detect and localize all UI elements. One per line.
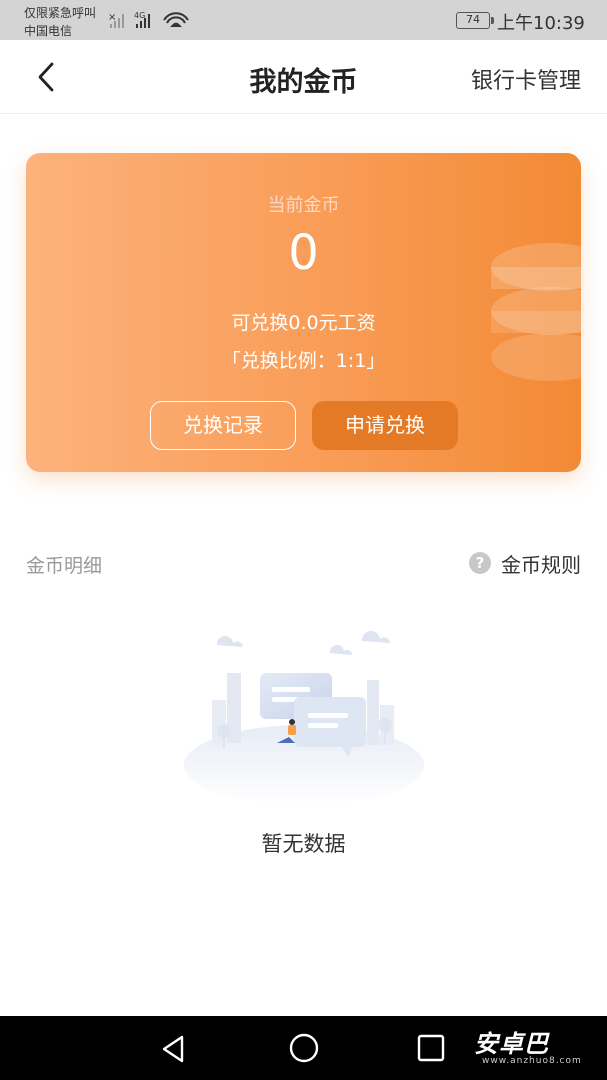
- nav-recent-apps-icon[interactable]: [417, 1034, 445, 1062]
- coin-rules-link[interactable]: ? 金币规则: [469, 549, 581, 577]
- watermark-logo: 安卓巴: [474, 1030, 549, 1058]
- status-bar: 仅限紧急呼叫 中国电信 × 4G 74 上午10:39: [0, 0, 607, 40]
- network-type: 4G: [134, 11, 145, 20]
- signal-wifi-icon: × 4G: [108, 11, 189, 28]
- battery-icon: 74: [456, 12, 494, 29]
- exchange-ratio-text: 「兑换比例：1:1」: [221, 350, 386, 372]
- coin-rules-label: 金币规则: [501, 552, 581, 577]
- exchange-record-button[interactable]: 兑换记录: [150, 401, 296, 450]
- bank-card-manage-link[interactable]: 银行卡管理: [471, 63, 581, 95]
- clock: 上午10:39: [497, 13, 585, 34]
- app-header: 我的金币 银行卡管理: [0, 40, 607, 114]
- nav-home-icon[interactable]: [288, 1032, 320, 1064]
- nav-back-icon[interactable]: [158, 1033, 190, 1065]
- current-coins-value: 0: [288, 225, 319, 281]
- help-icon: ?: [469, 552, 491, 574]
- coin-details-label: 金币明细: [26, 555, 103, 577]
- empty-state-text: 暂无数据: [261, 832, 346, 856]
- apply-exchange-button[interactable]: 申请兑换: [312, 401, 458, 450]
- current-coins-label: 当前金币: [267, 195, 340, 216]
- emergency-text: 仅限紧急呼叫: [24, 6, 97, 20]
- system-nav-bar: 安卓巴 www.anzhuo8.com: [0, 1016, 607, 1080]
- watermark-url: www.anzhuo8.com: [482, 1056, 582, 1066]
- empty-state-illustration: [184, 630, 424, 805]
- coin-balance-card: 当前金币 0 可兑换0.0元工资 「兑换比例：1:1」 兑换记录 申请兑换: [26, 153, 581, 472]
- exchangeable-wage-text: 可兑换0.0元工资: [231, 312, 376, 334]
- carrier-text: 中国电信: [24, 24, 73, 38]
